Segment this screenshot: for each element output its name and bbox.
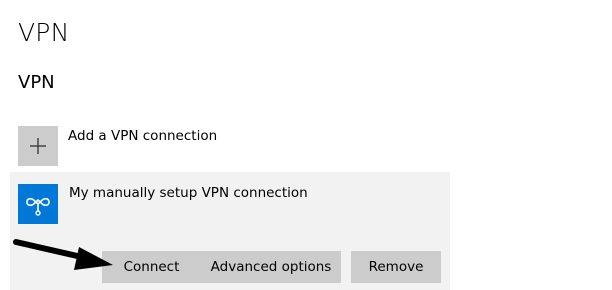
- page-title: VPN: [18, 18, 70, 47]
- add-vpn-connection-button[interactable]: Add a VPN connection: [18, 126, 217, 166]
- plus-icon: [18, 126, 58, 166]
- connect-button[interactable]: Connect: [102, 251, 201, 283]
- advanced-options-button[interactable]: Advanced options: [201, 251, 341, 283]
- vpn-connection-icon: [18, 184, 58, 224]
- add-vpn-connection-label: Add a VPN connection: [68, 128, 218, 144]
- vpn-connection-name: My manually setup VPN connection: [69, 185, 308, 201]
- vpn-section-title: VPN: [18, 72, 55, 93]
- vpn-connection-item[interactable]: My manually setup VPN connection Connect…: [10, 172, 450, 290]
- remove-button[interactable]: Remove: [351, 251, 441, 283]
